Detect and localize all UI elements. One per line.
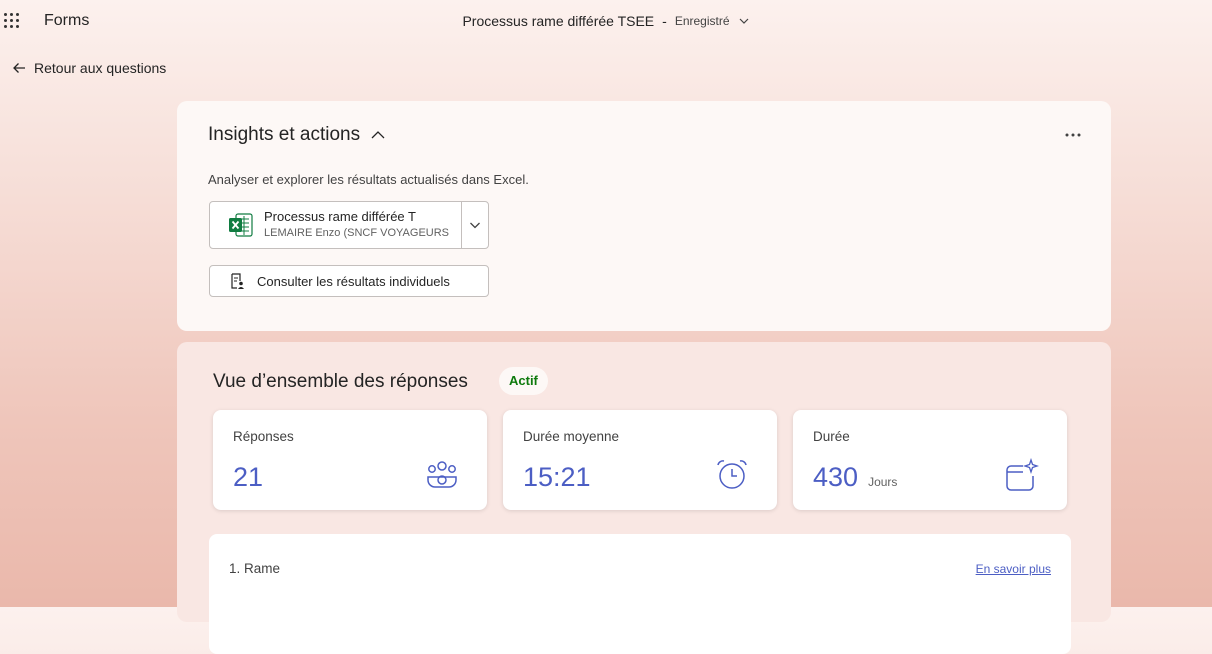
learn-more-link[interactable]: En savoir plus — [976, 562, 1051, 576]
stat-label: Durée moyenne — [523, 429, 620, 444]
status-badge: Actif — [499, 367, 548, 395]
insights-description: Analyser et explorer les résultats actua… — [208, 172, 529, 187]
stat-unit: Jours — [868, 475, 898, 489]
back-link-label: Retour aux questions — [34, 60, 167, 76]
stat-value: 430 Jours — [813, 462, 898, 492]
stat-value: 21 — [233, 462, 264, 492]
stat-label: Réponses — [233, 429, 294, 444]
excel-options-dropdown[interactable] — [461, 202, 488, 248]
chevron-down-icon — [470, 222, 480, 229]
stat-value: 15:21 — [523, 462, 591, 492]
insights-header: Insights et actions — [208, 124, 386, 146]
stat-label: Durée — [813, 429, 850, 444]
responses-overview-card: Vue d’ensemble des réponses Actif Répons… — [177, 342, 1111, 654]
chevron-up-icon[interactable] — [370, 127, 386, 143]
top-bar: Forms Processus rame différée TSEE - Enr… — [0, 0, 1212, 44]
save-status: Enregistré — [674, 14, 730, 28]
chevron-down-icon — [739, 18, 748, 24]
document-person-icon — [231, 273, 244, 289]
title-separator: - — [662, 13, 667, 29]
insights-card: Insights et actions Analyser et explorer… — [177, 101, 1111, 331]
overview-title: Vue d’ensemble des réponses — [213, 371, 468, 392]
excel-file-info: Processus rame différée T LEMAIRE Enzo (… — [264, 209, 449, 239]
people-icon — [427, 461, 457, 488]
document-title-button[interactable]: Processus rame différée TSEE - Enregistr… — [462, 13, 749, 29]
document-title: Processus rame différée TSEE — [462, 13, 655, 29]
open-in-excel-split-button: Processus rame différée T LEMAIRE Enzo (… — [209, 201, 489, 249]
more-horizontal-icon — [1065, 133, 1081, 137]
document-title-bar: Processus rame différée TSEE - Enregistr… — [0, 13, 1212, 29]
calendar-sparkle-icon — [1006, 458, 1039, 491]
view-individual-results-button[interactable]: Consulter les résultats individuels — [209, 265, 489, 297]
question-title: 1. Rame — [229, 561, 281, 576]
more-options-button[interactable] — [1065, 125, 1081, 143]
excel-file-name: Processus rame différée T — [264, 209, 416, 224]
arrow-left-icon — [13, 63, 25, 73]
excel-icon — [229, 213, 253, 237]
stat-card-average-duration: Durée moyenne 15:21 — [503, 410, 777, 510]
stat-card-responses: Réponses 21 — [213, 410, 487, 510]
view-individual-results-label: Consulter les résultats individuels — [257, 273, 450, 289]
excel-file-owner: LEMAIRE Enzo (SNCF VOYAGEURS — [264, 227, 450, 239]
question-card: 1. Rame En savoir plus — [209, 534, 1071, 654]
insights-title: Insights et actions — [208, 124, 361, 145]
back-to-questions-link[interactable]: Retour aux questions — [12, 60, 166, 76]
open-in-excel-button[interactable]: Processus rame différée T LEMAIRE Enzo (… — [210, 202, 461, 248]
alarm-clock-icon — [717, 460, 747, 489]
stat-card-duration: Durée 430 Jours — [793, 410, 1067, 510]
